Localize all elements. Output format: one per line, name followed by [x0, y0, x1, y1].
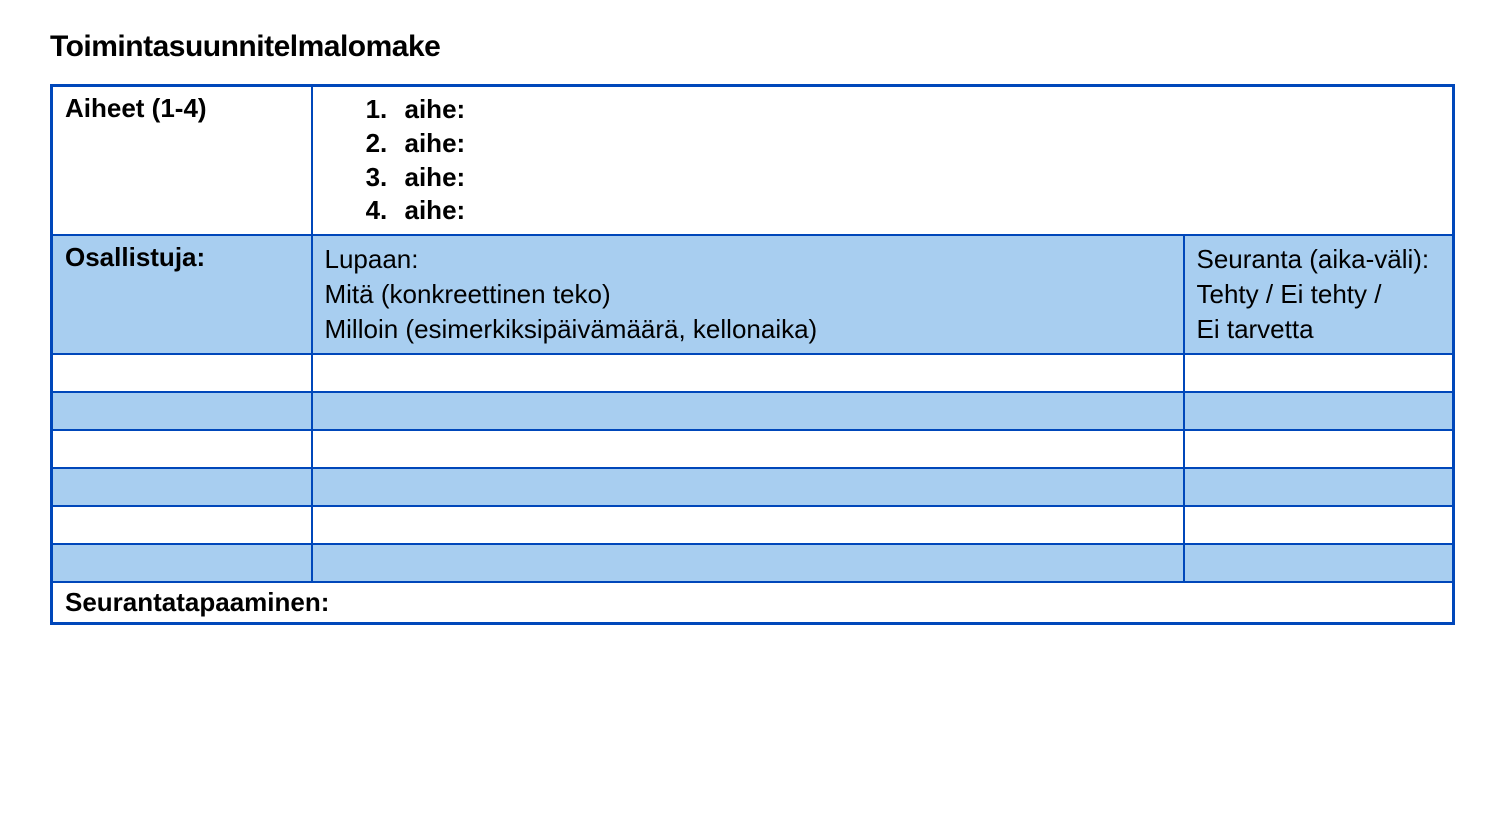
- data-cell[interactable]: [52, 468, 312, 506]
- form-title: Toimintasuunnitelmalomake: [50, 30, 1455, 64]
- followup-meeting-cell: Seurantatapaaminen:: [52, 582, 1454, 624]
- data-cell[interactable]: [1184, 392, 1454, 430]
- topic-item-2: aihe:: [395, 127, 1441, 161]
- data-cell[interactable]: [312, 544, 1184, 582]
- topics-list-cell: aihe: aihe: aihe: aihe:: [312, 86, 1454, 236]
- topic-item-4: aihe:: [395, 194, 1441, 228]
- data-cell[interactable]: [312, 430, 1184, 468]
- data-cell[interactable]: [52, 544, 312, 582]
- topics-label-cell: Aiheet (1-4): [52, 86, 312, 236]
- topics-list: aihe: aihe: aihe: aihe:: [325, 93, 1441, 228]
- participant-label-cell: Osallistuja:: [52, 235, 312, 354]
- data-row-1: [52, 354, 1454, 392]
- data-cell[interactable]: [1184, 354, 1454, 392]
- data-row-4: [52, 468, 1454, 506]
- topics-row: Aiheet (1-4) aihe: aihe: aihe: aihe:: [52, 86, 1454, 236]
- data-cell[interactable]: [312, 468, 1184, 506]
- data-row-6: [52, 544, 1454, 582]
- data-cell[interactable]: [312, 392, 1184, 430]
- header-row: Osallistuja: Lupaan: Mitä (konkreettinen…: [52, 235, 1454, 354]
- topic-item-1: aihe:: [395, 93, 1441, 127]
- followup-header-cell: Seuranta (aika-väli): Tehty / Ei tehty /…: [1184, 235, 1454, 354]
- data-cell[interactable]: [312, 506, 1184, 544]
- data-row-5: [52, 506, 1454, 544]
- data-cell[interactable]: [52, 430, 312, 468]
- data-cell[interactable]: [1184, 468, 1454, 506]
- data-cell[interactable]: [312, 354, 1184, 392]
- data-row-2: [52, 392, 1454, 430]
- data-cell[interactable]: [1184, 544, 1454, 582]
- followup-line2: Tehty / Ei tehty /: [1197, 277, 1441, 312]
- promise-line1: Lupaan:: [325, 242, 1171, 277]
- topic-item-3: aihe:: [395, 161, 1441, 195]
- promise-line2: Mitä (konkreettinen teko): [325, 277, 1171, 312]
- data-cell[interactable]: [52, 392, 312, 430]
- followup-line3: Ei tarvetta: [1197, 312, 1441, 347]
- footer-row: Seurantatapaaminen:: [52, 582, 1454, 624]
- data-cell[interactable]: [1184, 430, 1454, 468]
- data-cell[interactable]: [52, 506, 312, 544]
- data-cell[interactable]: [52, 354, 312, 392]
- promise-header-cell: Lupaan: Mitä (konkreettinen teko) Milloi…: [312, 235, 1184, 354]
- data-row-3: [52, 430, 1454, 468]
- followup-line1: Seuranta (aika-väli):: [1197, 242, 1441, 277]
- promise-line3: Milloin (esimerkiksipäivämäärä, kellonai…: [325, 312, 1171, 347]
- data-cell[interactable]: [1184, 506, 1454, 544]
- action-plan-table: Aiheet (1-4) aihe: aihe: aihe: aihe: Osa…: [50, 84, 1455, 625]
